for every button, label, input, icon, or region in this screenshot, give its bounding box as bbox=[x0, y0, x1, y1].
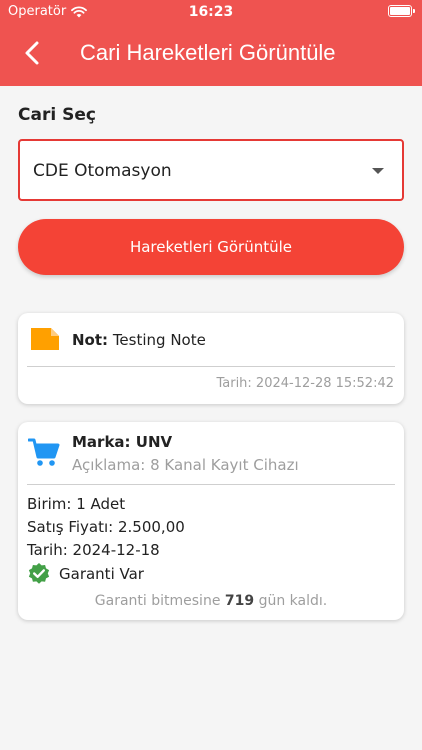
note-divider bbox=[27, 366, 395, 367]
product-brand: Marka: UNV bbox=[72, 433, 173, 451]
status-bar: Operatör 16:23 bbox=[0, 0, 422, 24]
status-time: 16:23 bbox=[188, 4, 234, 20]
note-content: Testing Note bbox=[112, 331, 206, 349]
note-text: Not: Testing Note bbox=[72, 331, 206, 349]
app-bar: Operatör 16:23 Cari Hareketleri Görüntül… bbox=[0, 0, 422, 86]
product-price: Satış Fiyatı: 2.500,00 bbox=[27, 518, 185, 536]
note-label: Not: bbox=[72, 331, 109, 349]
product-description: Açıklama: 8 Kanal Kayıt Cihazı bbox=[72, 456, 299, 474]
battery-icon bbox=[388, 5, 415, 17]
back-arrow-icon bbox=[25, 41, 39, 65]
customer-select-label: Cari Seç bbox=[18, 105, 96, 125]
view-transactions-button[interactable]: Hareketleri Görüntüle bbox=[18, 219, 404, 275]
warranty-days: 719 bbox=[224, 593, 255, 609]
product-card: Marka: UNV Açıklama: 8 Kanal Kayıt Cihaz… bbox=[18, 422, 404, 620]
note-card: Not: Testing Note Tarih: 2024-12-28 15:5… bbox=[18, 313, 404, 404]
note-icon bbox=[31, 328, 59, 350]
product-date: Tarih: 2024-12-18 bbox=[27, 541, 160, 559]
back-button[interactable] bbox=[20, 40, 46, 66]
warranty-suffix: gün kaldı. bbox=[258, 593, 328, 609]
warranty-status: Garanti Var bbox=[59, 565, 144, 583]
product-unit: Birim: 1 Adet bbox=[27, 495, 126, 513]
shopping-cart-icon bbox=[28, 438, 60, 466]
warranty-remaining: Garanti bitmesine 719 gün kaldı. bbox=[18, 593, 404, 609]
page-title: Cari Hareketleri Görüntüle bbox=[80, 40, 336, 65]
customer-select[interactable]: CDE Otomasyon bbox=[18, 139, 404, 201]
product-divider bbox=[27, 484, 395, 485]
customer-select-value: CDE Otomasyon bbox=[33, 161, 172, 181]
verified-check-icon bbox=[28, 563, 50, 584]
note-date: Tarih: 2024-12-28 15:52:42 bbox=[216, 376, 394, 391]
warranty-prefix: Garanti bitmesine bbox=[94, 593, 221, 609]
caret-down-icon bbox=[372, 168, 384, 174]
